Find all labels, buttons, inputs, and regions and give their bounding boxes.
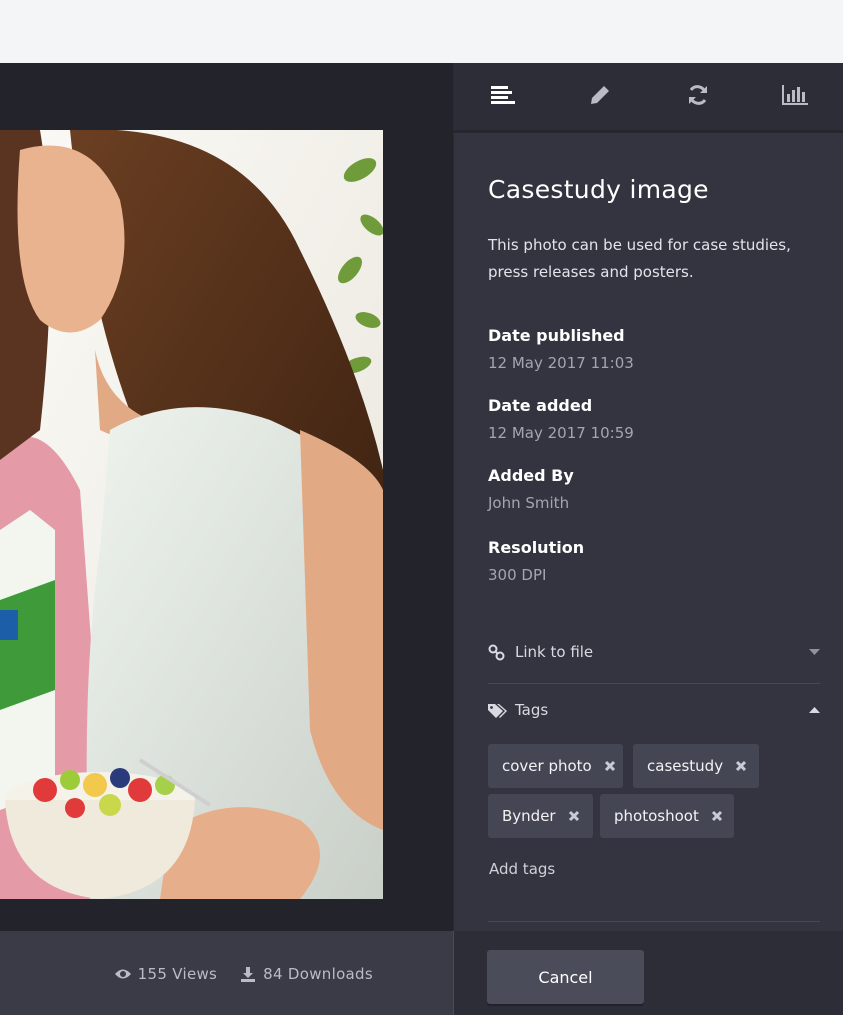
views-count: 155 Views [137,965,218,983]
tags-icon [488,702,515,718]
viewer-bottom-bar: 155 Views 84 Downloads [0,931,453,1015]
eye-icon [114,966,132,982]
bar-chart-icon [782,84,809,109]
section-divider [488,921,820,922]
remove-tag-icon[interactable] [711,810,723,822]
asset-preview-image[interactable] [0,130,383,899]
tab-edit[interactable] [552,63,650,130]
caret-up-icon [808,707,820,713]
tag-label: cover photo [502,757,592,775]
remove-tag-icon[interactable] [568,810,580,822]
downloads-count: 84 Downloads [263,965,373,983]
tag-chip: photoshoot [600,794,734,838]
info-lines-icon [490,85,515,109]
download-icon [239,966,257,982]
date-added-label: Date added [488,396,593,415]
link-icon [488,644,515,661]
asset-description: This photo can be used for case studies,… [488,236,791,281]
asset-title: Casestudy image [488,175,709,204]
link-to-file-label: Link to file [515,643,594,661]
resolution-value: 300 DPI [488,566,547,584]
tag-chip: casestudy [633,744,759,788]
resolution-label: Resolution [488,538,585,557]
date-published-value: 12 May 2017 11:03 [488,354,634,372]
tag-label: Bynder [502,807,556,825]
caret-down-icon [808,649,820,655]
tags-toggle[interactable]: Tags [488,701,820,719]
panel-tabs [454,63,843,133]
tab-information[interactable] [454,63,552,130]
add-tags-input[interactable]: Add tags [489,860,555,878]
tag-label: casestudy [647,757,724,775]
pencil-icon [590,85,610,109]
tag-chip: cover photo [488,744,623,788]
asset-stats: 155 Views 84 Downloads [114,965,373,983]
tab-analytics[interactable] [747,63,843,130]
tag-label: photoshoot [614,807,699,825]
tag-chip: Bynder [488,794,593,838]
asset-details-panel: Casestudy image This photo can be used f… [453,63,843,931]
section-divider [488,683,820,684]
top-bar [0,8,843,63]
added-by-label: Added By [488,466,574,485]
panel-footer: Cancel [453,931,843,1015]
refresh-icon [687,84,709,110]
cancel-button[interactable]: Cancel [487,950,644,1004]
date-added-value: 12 May 2017 10:59 [488,424,634,442]
tab-versions[interactable] [649,63,747,130]
added-by-value: John Smith [488,494,570,512]
tags-label: Tags [515,701,549,719]
date-published-label: Date published [488,326,625,345]
remove-tag-icon[interactable] [604,760,616,772]
link-to-file-toggle[interactable]: Link to file [488,643,820,661]
remove-tag-icon[interactable] [735,760,747,772]
